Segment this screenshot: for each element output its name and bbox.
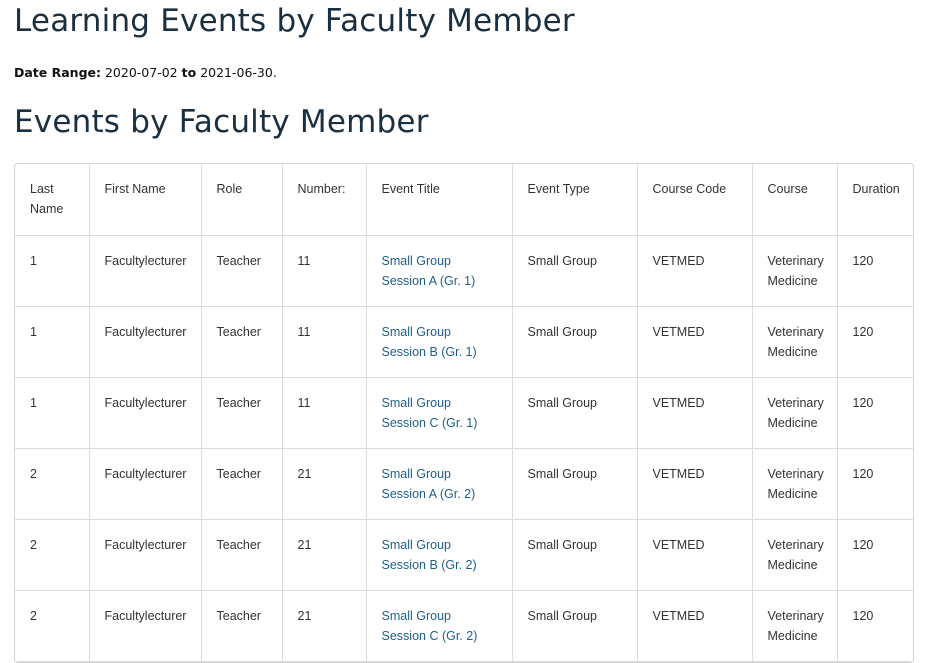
- table-row: 1 Facultylecturer Teacher 11 Small Group…: [15, 235, 913, 307]
- table-header-row: Last Name First Name Role Number: Event …: [15, 164, 913, 236]
- cell-last-name: 1: [15, 377, 90, 449]
- event-title-link[interactable]: Small Group Session A (Gr. 1): [382, 254, 476, 288]
- cell-course: Veterinary Medicine: [752, 519, 838, 591]
- column-header-role: Role: [201, 164, 283, 236]
- cell-role: Teacher: [201, 306, 283, 378]
- cell-course: Veterinary Medicine: [752, 377, 838, 449]
- cell-event-type: Small Group: [512, 306, 638, 378]
- cell-role: Teacher: [201, 519, 283, 591]
- cell-role: Teacher: [201, 235, 283, 307]
- cell-event-type: Small Group: [512, 590, 638, 662]
- cell-last-name: 2: [15, 448, 90, 520]
- cell-duration: 120: [837, 519, 913, 591]
- cell-duration: 120: [837, 235, 913, 307]
- cell-role: Teacher: [201, 590, 283, 662]
- cell-course-code: VETMED: [637, 519, 753, 591]
- date-range-start: 2020-07-02: [104, 65, 178, 80]
- cell-event-title: Small Group Session C (Gr. 2): [366, 590, 513, 662]
- event-title-link[interactable]: Small Group Session A (Gr. 2): [382, 467, 476, 501]
- cell-number: 21: [282, 448, 367, 520]
- cell-duration: 120: [837, 448, 913, 520]
- table-row: 2 Facultylecturer Teacher 21 Small Group…: [15, 590, 913, 662]
- cell-course: Veterinary Medicine: [752, 235, 838, 307]
- cell-role: Teacher: [201, 448, 283, 520]
- table-row: 1 Facultylecturer Teacher 11 Small Group…: [15, 306, 913, 378]
- column-header-course-code: Course Code: [637, 164, 753, 236]
- cell-course-code: VETMED: [637, 590, 753, 662]
- cell-course-code: VETMED: [637, 306, 753, 378]
- cell-course: Veterinary Medicine: [752, 306, 838, 378]
- cell-number: 11: [282, 235, 367, 307]
- cell-event-type: Small Group: [512, 235, 638, 307]
- cell-first-name: Facultylecturer: [89, 448, 202, 520]
- cell-course: Veterinary Medicine: [752, 448, 838, 520]
- cell-event-type: Small Group: [512, 448, 638, 520]
- cell-last-name: 2: [15, 590, 90, 662]
- table-row: 2 Facultylecturer Teacher 21 Small Group…: [15, 448, 913, 520]
- cell-event-title: Small Group Session B (Gr. 2): [366, 519, 513, 591]
- cell-duration: 120: [837, 306, 913, 378]
- events-table-container: Last Name First Name Role Number: Event …: [14, 163, 914, 663]
- column-header-first-name: First Name: [89, 164, 202, 236]
- cell-event-title: Small Group Session A (Gr. 1): [366, 235, 513, 307]
- column-header-course: Course: [752, 164, 838, 236]
- cell-first-name: Facultylecturer: [89, 306, 202, 378]
- date-range-suffix: .: [272, 65, 277, 80]
- table-row: 1 Facultylecturer Teacher 11 Small Group…: [15, 377, 913, 449]
- column-header-duration: Duration: [837, 164, 913, 236]
- cell-first-name: Facultylecturer: [89, 519, 202, 591]
- event-title-link[interactable]: Small Group Session C (Gr. 2): [382, 609, 478, 643]
- cell-last-name: 1: [15, 235, 90, 307]
- cell-event-type: Small Group: [512, 377, 638, 449]
- cell-event-title: Small Group Session A (Gr. 2): [366, 448, 513, 520]
- page-title: Learning Events by Faculty Member: [14, 3, 575, 39]
- section-title: Events by Faculty Member: [14, 104, 429, 140]
- cell-event-type: Small Group: [512, 519, 638, 591]
- column-header-last-name: Last Name: [15, 164, 90, 236]
- cell-first-name: Facultylecturer: [89, 590, 202, 662]
- column-header-event-type: Event Type: [512, 164, 638, 236]
- cell-first-name: Facultylecturer: [89, 235, 202, 307]
- date-range: Date Range: 2020-07-02 to 2021-06-30.: [14, 65, 277, 80]
- cell-number: 11: [282, 377, 367, 449]
- cell-event-title: Small Group Session C (Gr. 1): [366, 377, 513, 449]
- cell-number: 21: [282, 590, 367, 662]
- cell-role: Teacher: [201, 377, 283, 449]
- cell-number: 21: [282, 519, 367, 591]
- cell-course: Veterinary Medicine: [752, 590, 838, 662]
- column-header-number: Number:: [282, 164, 367, 236]
- cell-event-title: Small Group Session B (Gr. 1): [366, 306, 513, 378]
- date-range-label: Date Range:: [14, 65, 101, 80]
- column-header-event-title: Event Title: [366, 164, 513, 236]
- cell-course-code: VETMED: [637, 448, 753, 520]
- event-title-link[interactable]: Small Group Session B (Gr. 2): [382, 538, 477, 572]
- table-row: 2 Facultylecturer Teacher 21 Small Group…: [15, 519, 913, 591]
- cell-course-code: VETMED: [637, 235, 753, 307]
- cell-course-code: VETMED: [637, 377, 753, 449]
- cell-number: 11: [282, 306, 367, 378]
- cell-duration: 120: [837, 590, 913, 662]
- date-range-end: 2021-06-30: [200, 65, 273, 80]
- events-table: Last Name First Name Role Number: Event …: [15, 164, 913, 662]
- cell-last-name: 2: [15, 519, 90, 591]
- date-range-to: to: [181, 65, 197, 80]
- cell-duration: 120: [837, 377, 913, 449]
- cell-last-name: 1: [15, 306, 90, 378]
- event-title-link[interactable]: Small Group Session C (Gr. 1): [382, 396, 478, 430]
- cell-first-name: Facultylecturer: [89, 377, 202, 449]
- event-title-link[interactable]: Small Group Session B (Gr. 1): [382, 325, 477, 359]
